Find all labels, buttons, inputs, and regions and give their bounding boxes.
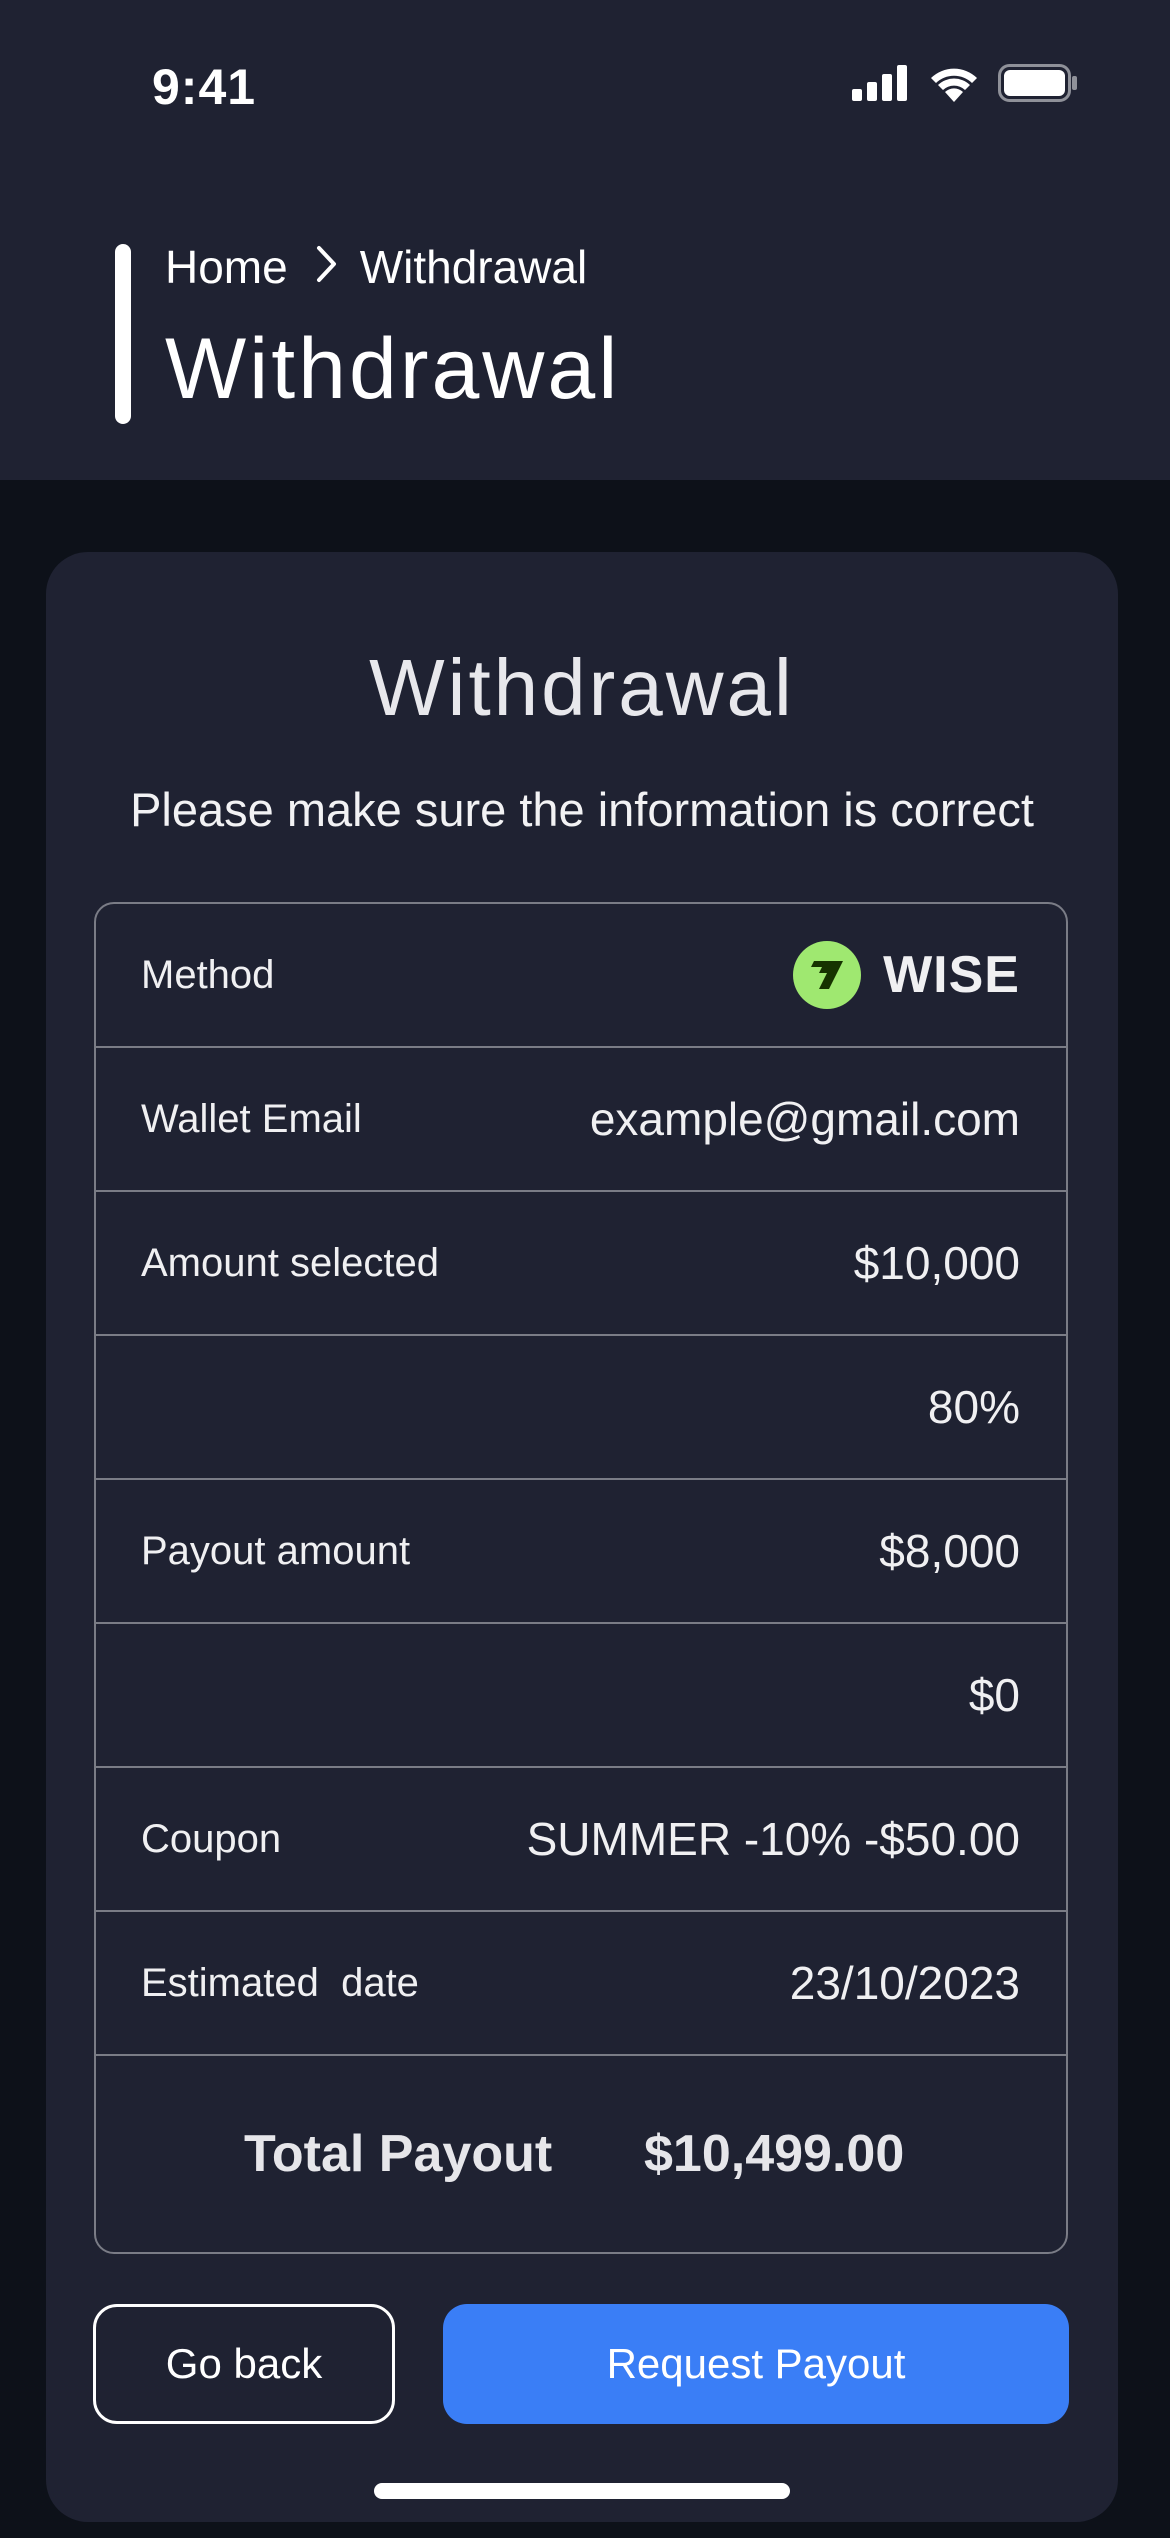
row-wallet-email: Wallet Email example@gmail.com: [96, 1048, 1066, 1192]
status-bar: 9:41: [0, 0, 1170, 175]
chevron-right-icon: [316, 240, 338, 294]
row-method: Method WISE: [96, 904, 1066, 1048]
payout-amount-value: $8,000: [879, 1525, 1020, 1577]
page-title: Withdrawal: [165, 321, 621, 417]
method-value: WISE: [793, 904, 1020, 1046]
fee-value: $0: [968, 1669, 1020, 1721]
coupon-value: SUMMER -10% -$50.00: [526, 1813, 1020, 1865]
card-title: Withdrawal: [369, 643, 795, 732]
request-payout-button[interactable]: Request Payout: [443, 2304, 1069, 2424]
payout-amount-label: Payout amount: [141, 1529, 411, 1573]
wise-logo-icon: [793, 941, 862, 1009]
row-estimated-date: Estimated date 23/10/2023: [96, 1912, 1066, 2056]
go-back-button[interactable]: Go back: [93, 2304, 395, 2424]
total-payout-value: $10,499.00: [644, 2125, 905, 2183]
header: 9:41 Home Withdrawal Withdrawal: [0, 0, 1170, 480]
row-fee: $0: [96, 1624, 1066, 1768]
estimated-date-label: Estimated date: [141, 1961, 419, 2005]
status-icons: [852, 64, 1078, 107]
total-payout-label: Total Payout: [244, 2125, 553, 2183]
signal-icon: [852, 65, 910, 106]
row-payout-amount: Payout amount $8,000: [96, 1480, 1066, 1624]
method-name: WISE: [883, 946, 1020, 1004]
row-amount-selected: Amount selected $10,000: [96, 1192, 1066, 1336]
withdrawal-summary-table: Method WISE Wallet Email example@gmail.c…: [94, 902, 1068, 2254]
amount-selected-label: Amount selected: [141, 1241, 439, 1285]
battery-icon: [998, 64, 1078, 107]
title-accent-bar: [115, 244, 131, 424]
breadcrumb-current: Withdrawal: [359, 241, 588, 293]
method-label: Method: [141, 953, 275, 997]
withdrawal-card: Withdrawal Please make sure the informat…: [46, 552, 1118, 2522]
estimated-date-value: 23/10/2023: [789, 1957, 1020, 2009]
card-subtitle: Please make sure the information is corr…: [130, 783, 1034, 836]
wallet-email-value: example@gmail.com: [589, 1093, 1020, 1145]
wifi-icon: [928, 64, 980, 107]
status-time: 9:41: [152, 59, 257, 115]
row-total-payout: Total Payout $10,499.00: [96, 2056, 1066, 2252]
coupon-label: Coupon: [141, 1817, 282, 1861]
percent-value: 80%: [927, 1381, 1020, 1433]
breadcrumb: Home Withdrawal: [165, 240, 587, 294]
home-indicator[interactable]: [374, 2483, 790, 2499]
breadcrumb-home[interactable]: Home: [165, 240, 288, 294]
row-percent: 80%: [96, 1336, 1066, 1480]
wallet-email-label: Wallet Email: [141, 1097, 362, 1141]
row-coupon: Coupon SUMMER -10% -$50.00: [96, 1768, 1066, 1912]
amount-selected-value: $10,000: [853, 1237, 1020, 1289]
